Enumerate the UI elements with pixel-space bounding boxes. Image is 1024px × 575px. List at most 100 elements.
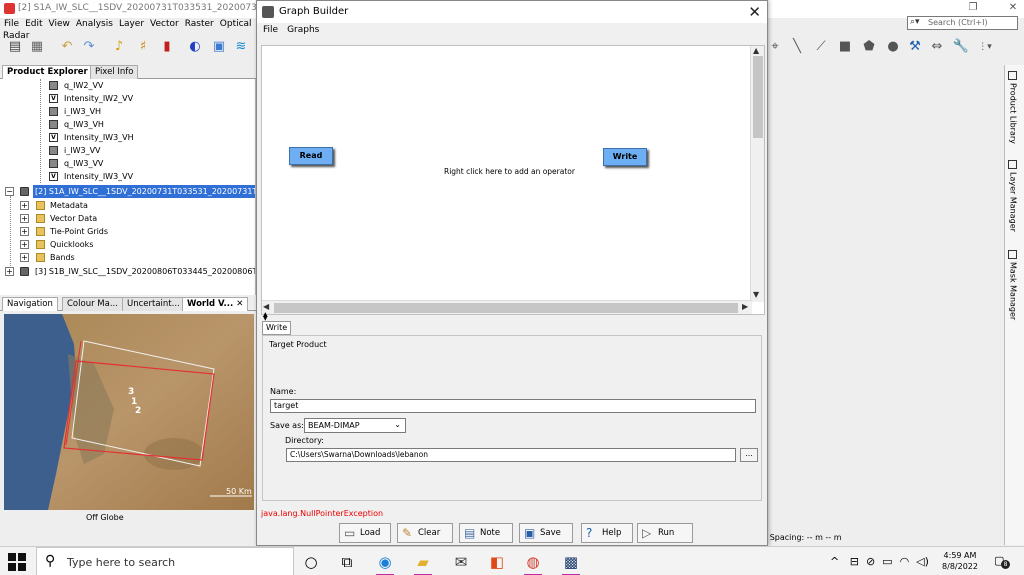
tree-folder[interactable]: + Quicklooks [0, 238, 255, 251]
menu-analysis[interactable]: Analysis [73, 18, 116, 30]
run-button[interactable]: ▷ Run [637, 523, 693, 543]
save-product-icon[interactable]: ▦ [28, 38, 46, 56]
expand-icon[interactable]: + [20, 201, 29, 210]
system-tray[interactable]: ^ ⊟ ⊘ ▭ ◠ ◁) [830, 555, 929, 568]
tab-uncertainty[interactable]: Uncertaint... [122, 297, 185, 311]
tree-folder[interactable]: + Metadata [0, 199, 255, 212]
expand-icon[interactable]: + [5, 267, 14, 276]
chevron-up-icon[interactable]: ^ [830, 555, 839, 568]
open-product-icon[interactable]: ▤ [6, 38, 24, 56]
scroll-down-icon[interactable]: ▼ [753, 290, 759, 299]
taskbar-clock[interactable]: 4:59 AM 8/8/2022 [942, 550, 978, 572]
collapse-icon[interactable]: − [5, 187, 14, 196]
menu-optical[interactable]: Optical [217, 18, 255, 30]
product-tree[interactable]: q_IW2_VV V Intensity_IW2_VV i_IW3_VH q_IW… [0, 79, 256, 295]
range-finder-icon[interactable]: ⇔ [928, 38, 946, 56]
taskbar-search[interactable]: ⚲ Type here to search [36, 547, 294, 575]
edge-icon[interactable]: ◉ [374, 551, 396, 575]
new-view-icon[interactable]: ▣ [210, 38, 228, 56]
tab-navigation[interactable]: Navigation [2, 297, 58, 311]
menu-edit[interactable]: Edit [22, 18, 45, 30]
expand-icon[interactable]: + [20, 227, 29, 236]
tree-band[interactable]: V Intensity_IW2_VV [0, 92, 255, 105]
office-icon[interactable]: ◧ [486, 551, 508, 573]
filter-icon[interactable]: ♯ [134, 38, 152, 56]
tab-product-explorer[interactable]: Product Explorer ✕ [2, 65, 103, 79]
expand-icon[interactable]: + [20, 240, 29, 249]
ellipse-tool-icon[interactable]: ● [884, 38, 902, 56]
gb-menu-file[interactable]: File [257, 23, 281, 35]
volume-icon[interactable]: ◁) [916, 555, 929, 568]
redo-icon[interactable]: ↷ [80, 38, 98, 56]
battery-icon[interactable]: ▭ [882, 555, 892, 568]
save-button[interactable]: ▣ Save [519, 523, 573, 543]
tab-layer-manager[interactable]: Layer Manager [1008, 160, 1018, 232]
network-icon[interactable]: ⊟ [850, 555, 859, 568]
magic-wand-icon[interactable]: ⚒ [906, 38, 924, 56]
scroll-right-icon[interactable]: ▶ [742, 302, 748, 311]
rectangle-tool-icon[interactable]: ■ [836, 38, 854, 56]
world-view-map[interactable]: 3 1 2 50 Km [4, 314, 254, 510]
line-tool-icon[interactable]: ╲ [788, 38, 806, 56]
directory-input[interactable]: C:\Users\Swarna\Downloads\lebanon [286, 448, 736, 462]
horizontal-scrollbar[interactable]: ◀ ▶ [262, 300, 752, 314]
menu-view[interactable]: View [46, 18, 73, 30]
wifi-icon[interactable]: ◠ [900, 555, 910, 568]
tree-product-2[interactable]: − [2] S1A_IW_SLC__1SDV_20200731T033531_20… [0, 185, 255, 198]
task-view-icon[interactable]: ⧉ [336, 551, 358, 573]
cortana-icon[interactable]: ○ [300, 551, 322, 573]
help-button[interactable]: ? Help [581, 523, 633, 543]
histogram-icon[interactable]: ▮ [158, 38, 176, 56]
scroll-left-icon[interactable]: ◀ [263, 302, 269, 311]
clear-button[interactable]: ✎ Clear [397, 523, 453, 543]
note-button[interactable]: ▤ Note [459, 523, 513, 543]
menu-vector[interactable]: Vector [147, 18, 182, 30]
undo-icon[interactable]: ↶ [58, 38, 76, 56]
wave-icon[interactable]: ≋ [232, 38, 250, 56]
tree-product-3[interactable]: + [3] S1B_IW_SLC__1SDV_20200806T033445_20… [0, 265, 255, 278]
search-field[interactable]: ⌕▾ Search (Ctrl+I) [907, 16, 1018, 30]
tab-product-library[interactable]: Product Library [1008, 71, 1018, 144]
security-icon[interactable]: ⊘ [866, 555, 875, 568]
tree-band[interactable]: i_IW3_VH [0, 105, 255, 118]
tree-band[interactable]: i_IW3_VV [0, 144, 255, 157]
vertical-scroll-thumb[interactable] [753, 56, 763, 138]
browse-button[interactable]: ... [740, 448, 758, 462]
gb-menu-graphs[interactable]: Graphs [281, 23, 322, 35]
tree-folder[interactable]: + Tie-Point Grids [0, 225, 255, 238]
tree-band[interactable]: q_IW3_VH [0, 118, 255, 131]
wrench-icon[interactable]: 🔧 [952, 38, 970, 56]
close-icon[interactable]: ✕ [748, 3, 761, 21]
tree-folder[interactable]: + Vector Data [0, 212, 255, 225]
menu-file[interactable]: File [0, 18, 22, 30]
band-maths-icon[interactable]: ♪ [110, 38, 128, 56]
write-node[interactable]: Write [603, 148, 647, 166]
toolbar-overflow-icon[interactable]: ⋮▾ [976, 38, 994, 56]
graph-canvas[interactable]: Read Write Right click here to add an op… [261, 45, 765, 315]
file-explorer-icon[interactable]: ▰ [412, 551, 434, 575]
tab-world-view[interactable]: World V... ✕ [182, 297, 249, 311]
polyline-tool-icon[interactable]: ⟋ [812, 38, 830, 56]
tree-band[interactable]: q_IW2_VV [0, 79, 255, 92]
gcp-tool-icon[interactable]: ⌖ [766, 38, 784, 56]
tab-mask-manager[interactable]: Mask Manager [1008, 250, 1018, 320]
expand-icon[interactable]: + [20, 253, 29, 262]
tab-colour-manipulation[interactable]: Colour Ma... [62, 297, 123, 311]
close-icon[interactable]: ✕ [1006, 2, 1020, 14]
windows-start-icon[interactable] [8, 553, 26, 571]
tree-band[interactable]: V Intensity_IW3_VV [0, 170, 255, 183]
mail-icon[interactable]: ✉ [450, 551, 472, 573]
format-select[interactable]: BEAM-DIMAP ⌄ [304, 418, 406, 433]
polygon-tool-icon[interactable]: ⬟ [860, 38, 878, 56]
panel-splitter[interactable]: ▲ ▼ [261, 312, 765, 322]
tab-pixel-info[interactable]: Pixel Info [90, 65, 139, 79]
horizontal-scroll-thumb[interactable] [274, 303, 738, 313]
menu-raster[interactable]: Raster [182, 18, 217, 30]
read-node[interactable]: Read [289, 147, 333, 165]
restore-icon[interactable]: ❐ [966, 2, 980, 14]
chrome-icon[interactable]: ◍ [522, 551, 544, 575]
tab-write[interactable]: Write [262, 321, 292, 335]
notification-icon[interactable]: ▢ 8 [994, 554, 1010, 570]
vertical-scrollbar[interactable]: ▲ ▼ [750, 46, 764, 302]
splitter-arrows-icon[interactable]: ▲ ▼ [263, 312, 268, 322]
